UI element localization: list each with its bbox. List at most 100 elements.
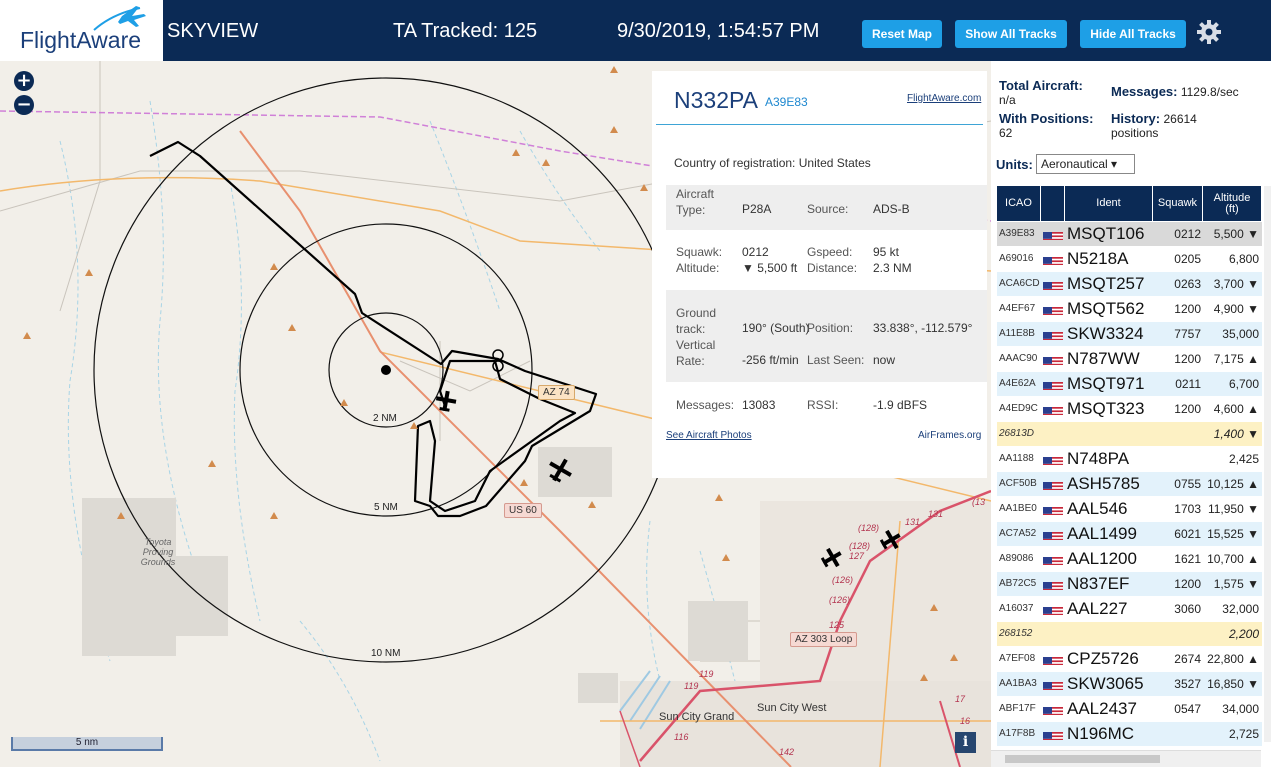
logo-text: FlightAware bbox=[20, 27, 142, 53]
ground-track-label: Ground track: bbox=[676, 306, 717, 336]
row-squawk bbox=[1157, 622, 1201, 646]
table-row[interactable]: AB72C5 N837EF 1200 1,575 ▼ bbox=[997, 572, 1262, 597]
aircraft-type-label: Aircraft Type: bbox=[676, 187, 715, 217]
route-number: (128) bbox=[858, 523, 880, 533]
zoom-out-button[interactable]: − bbox=[14, 95, 34, 115]
row-squawk: 1200 bbox=[1174, 352, 1201, 366]
row-icao: A11E8B bbox=[999, 328, 1035, 339]
table-row[interactable]: A4E62A MSQT971 0211 6,700 bbox=[997, 372, 1262, 397]
column-header-flag[interactable] bbox=[1041, 186, 1065, 221]
us-flag-icon bbox=[1043, 228, 1063, 240]
row-altitude: 4,600 ▲ bbox=[1213, 402, 1259, 416]
row-icao: ABF17F bbox=[999, 703, 1036, 714]
info-icon[interactable]: i bbox=[955, 732, 976, 753]
row-altitude: 10,125 ▲ bbox=[1207, 477, 1259, 491]
row-altitude: 6,800 bbox=[1228, 252, 1259, 266]
row-icao: AAAC90 bbox=[999, 353, 1038, 364]
row-icao: A4EF67 bbox=[999, 303, 1036, 314]
skyview-app: FlightAware SKYVIEW TA Tracked: 125 9/30… bbox=[0, 0, 1271, 767]
scrollbar-thumb[interactable] bbox=[1005, 755, 1160, 763]
table-row[interactable]: AA1188 N748PA 2,425 bbox=[997, 447, 1262, 472]
row-squawk bbox=[1157, 422, 1201, 446]
table-row[interactable]: A17F8B N196MC 2,725 bbox=[997, 722, 1262, 747]
aircraft-list-panel: Total Aircraft: n/a With Positions: 62 M… bbox=[991, 61, 1271, 767]
flight-track bbox=[149, 140, 598, 518]
row-altitude: 32,000 bbox=[1222, 602, 1259, 616]
current-datetime: 9/30/2019, 1:54:57 PM bbox=[617, 20, 820, 42]
site-name: SKYVIEW bbox=[167, 20, 259, 42]
row-squawk bbox=[1157, 722, 1201, 746]
route-number: 131 bbox=[905, 517, 921, 527]
with-positions-label: With Positions: bbox=[999, 111, 1094, 126]
us-flag-icon bbox=[1043, 728, 1063, 740]
route-number: (126) bbox=[829, 595, 851, 605]
aircraft-photos-link[interactable]: See Aircraft Photos bbox=[666, 430, 752, 441]
table-row[interactable]: ACA6CD MSQT257 0263 3,700 ▼ bbox=[997, 272, 1262, 297]
row-altitude: 3,700 ▼ bbox=[1213, 277, 1259, 291]
table-row[interactable]: ABF17F AAL2437 0547 34,000 bbox=[997, 697, 1262, 722]
route-number: 127 bbox=[849, 551, 865, 561]
route-number: 125 bbox=[829, 620, 845, 630]
vertical-rate-label: Vertical Rate: bbox=[676, 338, 716, 368]
table-row[interactable]: A11E8B SKW3324 7757 35,000 bbox=[997, 322, 1262, 347]
vertical-rate-value: -256 ft/min bbox=[742, 353, 799, 367]
vertical-scrollbar[interactable] bbox=[1264, 186, 1271, 742]
table-row[interactable]: A4EF67 MSQT562 1200 4,900 ▼ bbox=[997, 297, 1262, 322]
row-altitude: 2,200 bbox=[1228, 627, 1259, 641]
column-header-ident[interactable]: Ident bbox=[1065, 186, 1153, 221]
hide-all-tracks-button[interactable]: Hide All Tracks bbox=[1080, 20, 1186, 48]
history-stat: History: 26614 positions bbox=[1111, 112, 1221, 141]
total-aircraft-value: n/a bbox=[999, 93, 1016, 107]
route-number: 131 bbox=[928, 509, 944, 519]
row-icao: 26813D bbox=[999, 428, 1035, 439]
table-row[interactable]: AC7A52 AAL1499 6021 15,525 ▼ bbox=[997, 522, 1262, 547]
row-altitude: 10,700 ▲ bbox=[1207, 552, 1259, 566]
row-icao: A89086 bbox=[999, 553, 1034, 564]
units-select[interactable]: Aeronautical ▾ bbox=[1036, 154, 1135, 174]
popup-hex[interactable]: A39E83 bbox=[765, 95, 808, 109]
gear-icon[interactable] bbox=[1196, 19, 1222, 45]
messages-rate-label: Messages: bbox=[1111, 84, 1178, 99]
row-squawk: 1200 bbox=[1174, 402, 1201, 416]
table-row[interactable]: A39E83 MSQT106 0212 5,500 ▼ bbox=[997, 222, 1262, 247]
table-row[interactable]: ACF50B ASH5785 0755 10,125 ▲ bbox=[997, 472, 1262, 497]
airframes-link[interactable]: AirFrames.org bbox=[918, 430, 981, 441]
table-row[interactable]: A16037 AAL227 3060 32,000 bbox=[997, 597, 1262, 622]
squawk-value: 0212 bbox=[742, 245, 769, 259]
route-number: 116 bbox=[674, 732, 689, 742]
table-row[interactable]: AA1BA3 SKW3065 3527 16,850 ▼ bbox=[997, 672, 1262, 697]
table-row[interactable]: AA1BE0 AAL546 1703 11,950 ▼ bbox=[997, 497, 1262, 522]
row-icao: A16037 bbox=[999, 603, 1034, 614]
row-icao: A4E62A bbox=[999, 378, 1036, 389]
row-icao: AA1188 bbox=[999, 453, 1034, 464]
table-row[interactable]: A7EF08 CPZ5726 2674 22,800 ▲ bbox=[997, 647, 1262, 672]
show-all-tracks-button[interactable]: Show All Tracks bbox=[955, 20, 1067, 48]
column-header-icao[interactable]: ICAO bbox=[997, 186, 1041, 221]
row-squawk: 3060 bbox=[1174, 602, 1201, 616]
last-seen-label: Last Seen: bbox=[807, 353, 865, 367]
rssi-value: -1.9 dBFS bbox=[873, 398, 928, 412]
row-squawk: 2674 bbox=[1174, 652, 1201, 666]
row-altitude: 16,850 ▼ bbox=[1207, 677, 1259, 691]
distance-value: 2.3 NM bbox=[873, 261, 912, 275]
zoom-in-button[interactable]: + bbox=[14, 71, 34, 91]
row-altitude: 4,900 ▼ bbox=[1213, 302, 1259, 316]
us-flag-icon bbox=[1043, 678, 1063, 690]
horizontal-scrollbar[interactable] bbox=[991, 750, 1261, 767]
column-header-altitude[interactable]: Altitude (ft) bbox=[1203, 186, 1262, 221]
flightaware-link[interactable]: FlightAware.com bbox=[907, 93, 981, 104]
table-row[interactable]: A4ED9C MSQT323 1200 4,600 ▲ bbox=[997, 397, 1262, 422]
table-row[interactable]: A69016 N5218A 0205 6,800 bbox=[997, 247, 1262, 272]
table-row[interactable]: A89086 AAL1200 1621 10,700 ▲ bbox=[997, 547, 1262, 572]
source-label: Source: bbox=[807, 202, 849, 216]
table-row[interactable]: 26813D 1,400 ▼ bbox=[997, 422, 1262, 447]
row-squawk bbox=[1157, 447, 1201, 471]
table-row[interactable]: AAAC90 N787WW 1200 7,175 ▲ bbox=[997, 347, 1262, 372]
route-number: 17 bbox=[955, 694, 966, 704]
reset-map-button[interactable]: Reset Map bbox=[862, 20, 942, 48]
flightaware-logo[interactable]: FlightAware bbox=[0, 0, 163, 61]
table-row[interactable]: 268152 2,200 bbox=[997, 622, 1262, 647]
total-aircraft-stat: Total Aircraft: n/a bbox=[999, 79, 1099, 108]
place-sun-city-west: Sun City West bbox=[757, 702, 827, 714]
column-header-squawk[interactable]: Squawk bbox=[1153, 186, 1203, 221]
